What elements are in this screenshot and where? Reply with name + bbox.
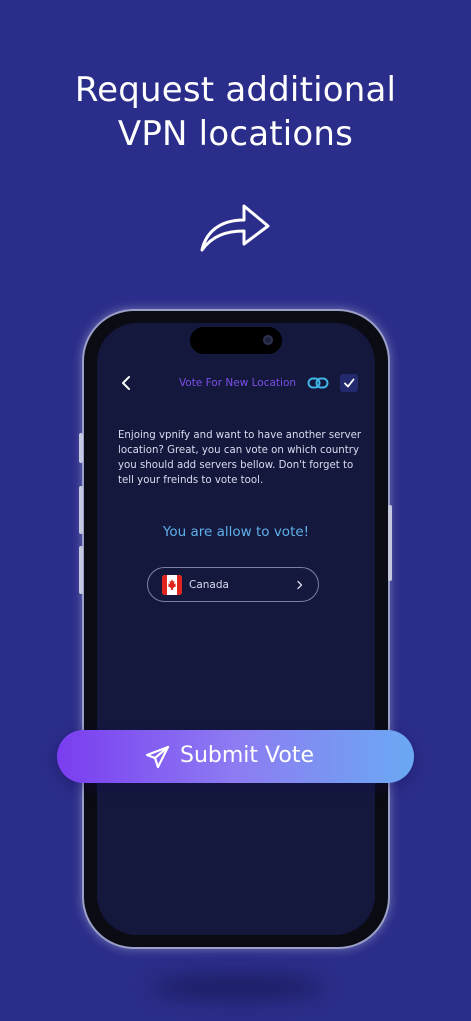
phone-side-button-volume-down: [79, 546, 83, 594]
dynamic-island: [190, 327, 282, 354]
headline-line-2: VPN locations: [117, 114, 354, 154]
description-text: Enjoing vpnify and want to have another …: [118, 430, 362, 486]
phone-shadow: [150, 975, 325, 999]
submit-vote-label: Submit Vote: [180, 743, 314, 768]
promo-screen: Request additional VPN locations Vote Fo…: [0, 0, 471, 1021]
checkmark-button[interactable]: [340, 374, 358, 392]
phone-side-button-volume-up: [79, 486, 83, 534]
canada-flag-icon: [162, 575, 182, 595]
phone-screen: [97, 323, 375, 935]
headline: Request additional VPN locations: [0, 68, 471, 156]
phone-side-button-power: [388, 505, 392, 581]
headline-line-1: Request additional: [74, 70, 397, 110]
screen-title: Vote For New Location: [178, 377, 297, 389]
submit-vote-button[interactable]: Submit Vote: [57, 730, 414, 783]
phone-side-button-mute: [79, 433, 83, 463]
country-selector[interactable]: Canada: [147, 567, 319, 602]
chevron-left-icon[interactable]: [118, 374, 136, 392]
paper-plane-icon: [145, 745, 170, 769]
link-icon[interactable]: [307, 375, 329, 391]
checkmark-icon: [344, 378, 355, 388]
country-label: Canada: [189, 579, 229, 591]
vote-status: You are allow to vote!: [162, 524, 310, 540]
camera-icon: [263, 335, 273, 345]
chevron-right-icon: [297, 580, 303, 590]
share-arrow-icon: [200, 204, 270, 252]
